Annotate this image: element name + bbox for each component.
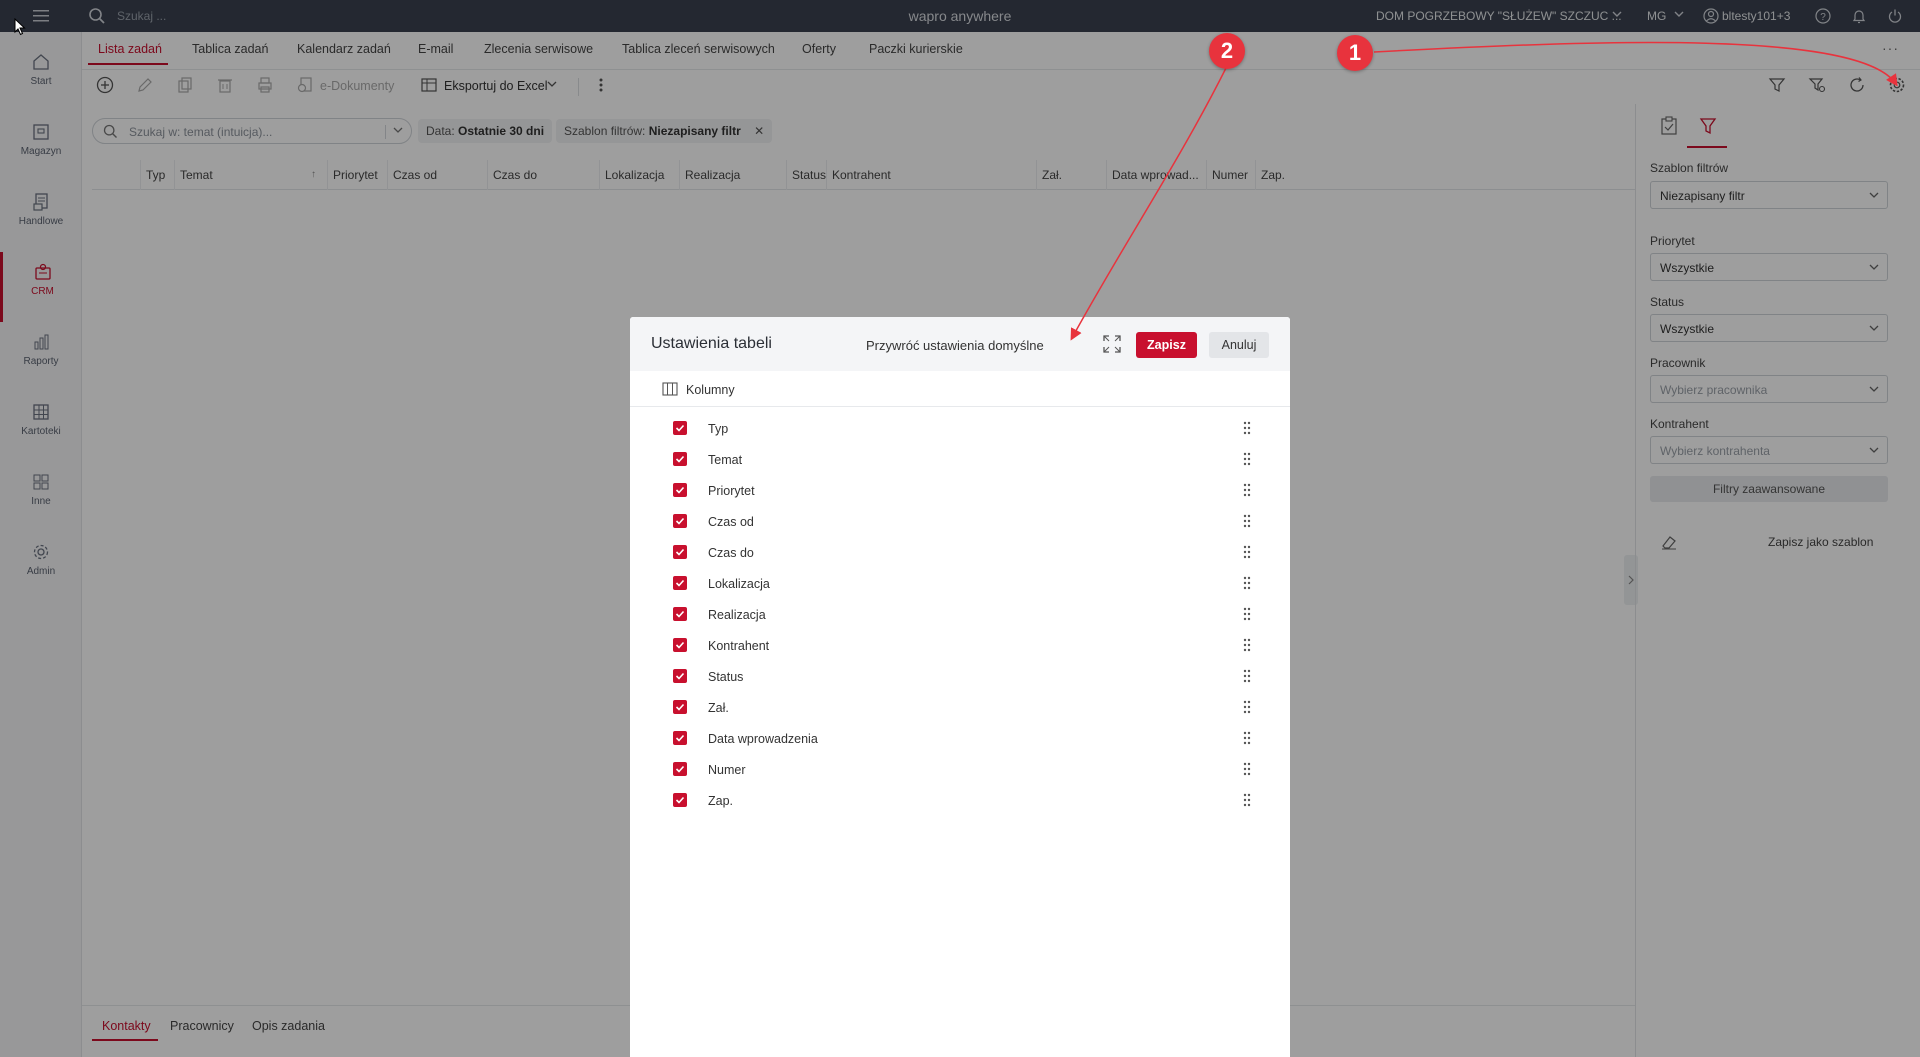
arrow-to-restore xyxy=(1070,67,1227,341)
annotation-marker-1: 1 xyxy=(1337,35,1373,71)
mouse-cursor-icon xyxy=(14,18,26,36)
annotation-arrows xyxy=(1070,41,1898,341)
arrow-to-gear xyxy=(1373,41,1898,87)
annotation-marker-2: 2 xyxy=(1209,33,1245,69)
